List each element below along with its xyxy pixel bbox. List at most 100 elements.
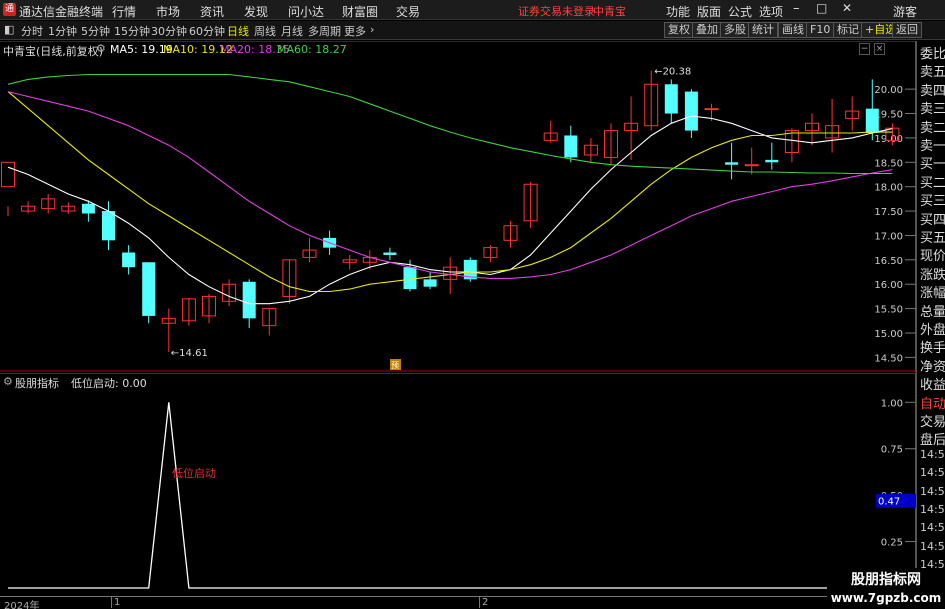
side-panel-item[interactable]: 买二 xyxy=(920,172,945,191)
chart-minimize-icon[interactable]: − xyxy=(859,43,870,55)
adjust-button[interactable]: 复权 xyxy=(664,22,694,38)
y-tick-label: 0.75 xyxy=(881,445,903,456)
toggle-panel-icon[interactable]: ◧ xyxy=(4,23,14,36)
side-panel-item[interactable]: 涨幅 xyxy=(920,282,945,301)
menu-options[interactable]: 选项 xyxy=(759,3,783,20)
chevron-right-icon[interactable]: › xyxy=(370,23,374,36)
f10-button[interactable]: F10 xyxy=(806,22,835,38)
menu-formula[interactable]: 公式 xyxy=(728,3,752,20)
candle-down xyxy=(865,108,879,134)
candle-down xyxy=(81,203,95,214)
side-panel-item[interactable]: 现价 xyxy=(920,245,945,264)
side-panel-item[interactable]: 收益 xyxy=(920,374,945,393)
watermark-url: www.7gpzb.com xyxy=(830,591,942,605)
watermark: 股朋指标网 www.7gpzb.com xyxy=(827,568,945,609)
side-panel-item[interactable]: 自动 xyxy=(920,393,945,412)
menu-function[interactable]: 功能 xyxy=(666,3,690,20)
side-panel-item[interactable]: 买三 xyxy=(920,190,945,209)
side-panel-item[interactable]: 委比 xyxy=(920,43,945,62)
tab-period-more[interactable]: 更多 xyxy=(344,23,366,39)
side-panel-item[interactable]: 卖五 xyxy=(920,61,945,80)
overlay-button[interactable]: 叠加 xyxy=(692,22,722,38)
menu-layout[interactable]: 版面 xyxy=(697,3,721,20)
guest-label[interactable]: 游客 xyxy=(893,3,917,20)
back-button[interactable]: 返回 xyxy=(892,22,922,38)
y-tick-label: 14.50 xyxy=(874,353,903,364)
indicator-toggle-icon[interactable]: ⚙ xyxy=(3,375,13,388)
side-panel-item[interactable]: 14:56 xyxy=(920,448,945,461)
y-tick-label: 17.50 xyxy=(874,207,903,218)
side-panel-item[interactable]: 净资 xyxy=(920,356,945,375)
app-name: 通达信金融终端 xyxy=(19,5,104,19)
tab-period-15min[interactable]: 15分钟 xyxy=(114,23,150,39)
menu-wealth[interactable]: 财富圈 xyxy=(342,3,378,20)
minimize-icon[interactable]: – xyxy=(793,1,800,16)
side-panel-item[interactable]: 涨跌 xyxy=(920,264,945,283)
side-panel-item[interactable]: 盘后 xyxy=(920,429,945,448)
ma-line-ma60 xyxy=(7,73,893,175)
side-panel-item[interactable]: 买一 xyxy=(920,153,945,172)
chart-title: 中青宝(日线,前复权) xyxy=(3,45,104,58)
draw-line-button[interactable]: 画线 xyxy=(778,22,808,38)
y-tick-label: 15.50 xyxy=(874,305,903,316)
tab-period-5min[interactable]: 5分钟 xyxy=(81,23,110,39)
menu-news[interactable]: 资讯 xyxy=(200,3,224,20)
y-tick-label: 17.00 xyxy=(874,231,903,242)
candle-down xyxy=(684,91,698,131)
side-panel-item[interactable]: 买四 xyxy=(920,209,945,228)
tab-period-60min[interactable]: 60分钟 xyxy=(189,23,225,39)
menu-ask[interactable]: 问小达 xyxy=(288,3,324,20)
side-panel-item[interactable]: 卖三 xyxy=(920,98,945,117)
menu-discover[interactable]: 发现 xyxy=(244,3,268,20)
multi-stock-button[interactable]: 多股 xyxy=(720,22,750,38)
y-tick-label: 16.50 xyxy=(874,256,903,267)
y-tick-label: 18.00 xyxy=(874,183,903,194)
menu-market[interactable]: 市场 xyxy=(156,3,180,20)
app-window: 通 通达信金融终端 行情 市场 资讯 发现 问小达 财富圈 交易 证券交易未登录… xyxy=(0,0,945,609)
side-panel-item[interactable]: 14:56 xyxy=(920,540,945,553)
side-panel-item[interactable]: 总量 xyxy=(920,301,945,320)
ma60-label: MA60: 18.27 xyxy=(277,43,347,56)
tab-period-daily[interactable]: 日线 xyxy=(227,23,249,39)
kline-svg[interactable]: 14.50 15.00 15.50 16.00 16.50 17.00 17.50 18.00… xyxy=(0,40,916,372)
tab-period-30min[interactable]: 30分钟 xyxy=(151,23,187,39)
side-panel-item[interactable]: 14:56 xyxy=(920,466,945,479)
menu-market-quote[interactable]: 行情 xyxy=(112,3,136,20)
side-panel-item[interactable]: 卖二 xyxy=(920,117,945,136)
tab-period-multi[interactable]: 多周期 xyxy=(308,23,341,39)
period-toolbar: ◧ 分时 1分钟 5分钟 15分钟 30分钟 60分钟 日线 周线 月线 多周期… xyxy=(0,21,945,40)
title-bar: 通 通达信金融终端 行情 市场 资讯 发现 问小达 财富圈 交易 证券交易未登录… xyxy=(0,0,945,20)
time-axis-year: 2024年 xyxy=(4,601,40,609)
login-warning[interactable]: 证券交易未登录 xyxy=(518,3,595,19)
y-tick-label: 15.00 xyxy=(874,329,903,340)
indicator-svg[interactable]: 0.000.250.500.751.000.47 xyxy=(0,372,916,595)
close-icon[interactable]: ✕ xyxy=(842,1,852,15)
side-panel-item[interactable]: 14:56 xyxy=(920,503,945,516)
maximize-icon[interactable]: □ xyxy=(816,1,827,15)
side-panel-item[interactable]: 14:56 xyxy=(920,485,945,498)
indicator-chart[interactable]: 0.000.250.500.751.000.47 ⚙ 股朋指标 低位启动: 0.… xyxy=(0,372,916,595)
stats-button[interactable]: 统计 xyxy=(748,22,778,38)
stock-tag[interactable]: 中青宝 xyxy=(593,3,626,19)
tab-period-intraday[interactable]: 分时 xyxy=(21,23,43,39)
menu-trade[interactable]: 交易 xyxy=(396,3,420,20)
tab-period-1min[interactable]: 1分钟 xyxy=(48,23,77,39)
side-panel-item[interactable]: 买五 xyxy=(920,227,945,246)
chart-close-icon[interactable]: × xyxy=(874,43,885,55)
value-badge: 0.47 xyxy=(878,497,900,508)
main-kline-chart[interactable]: 14.50 15.00 15.50 16.00 16.50 17.00 17.50 18.00… xyxy=(0,40,916,372)
side-panel-item[interactable]: 交易 xyxy=(920,411,945,430)
settings-icon[interactable]: ⚙ xyxy=(96,42,106,55)
candle-down xyxy=(765,159,779,163)
side-panel-item[interactable]: 卖四 xyxy=(920,80,945,99)
side-panel-item[interactable]: 外盘 xyxy=(920,319,945,338)
app-logo-icon: 通 xyxy=(3,3,16,16)
side-panel-item[interactable]: 换手 xyxy=(920,337,945,356)
side-panel-item[interactable]: 14:56 xyxy=(920,521,945,534)
mark-button[interactable]: 标记 xyxy=(833,22,863,38)
tab-period-weekly[interactable]: 周线 xyxy=(254,23,276,39)
side-panel-item[interactable]: 卖一 xyxy=(920,135,945,154)
tab-period-monthly[interactable]: 月线 xyxy=(281,23,303,39)
low-start-label: 低位启动 xyxy=(172,467,216,480)
candle-down xyxy=(242,281,256,319)
